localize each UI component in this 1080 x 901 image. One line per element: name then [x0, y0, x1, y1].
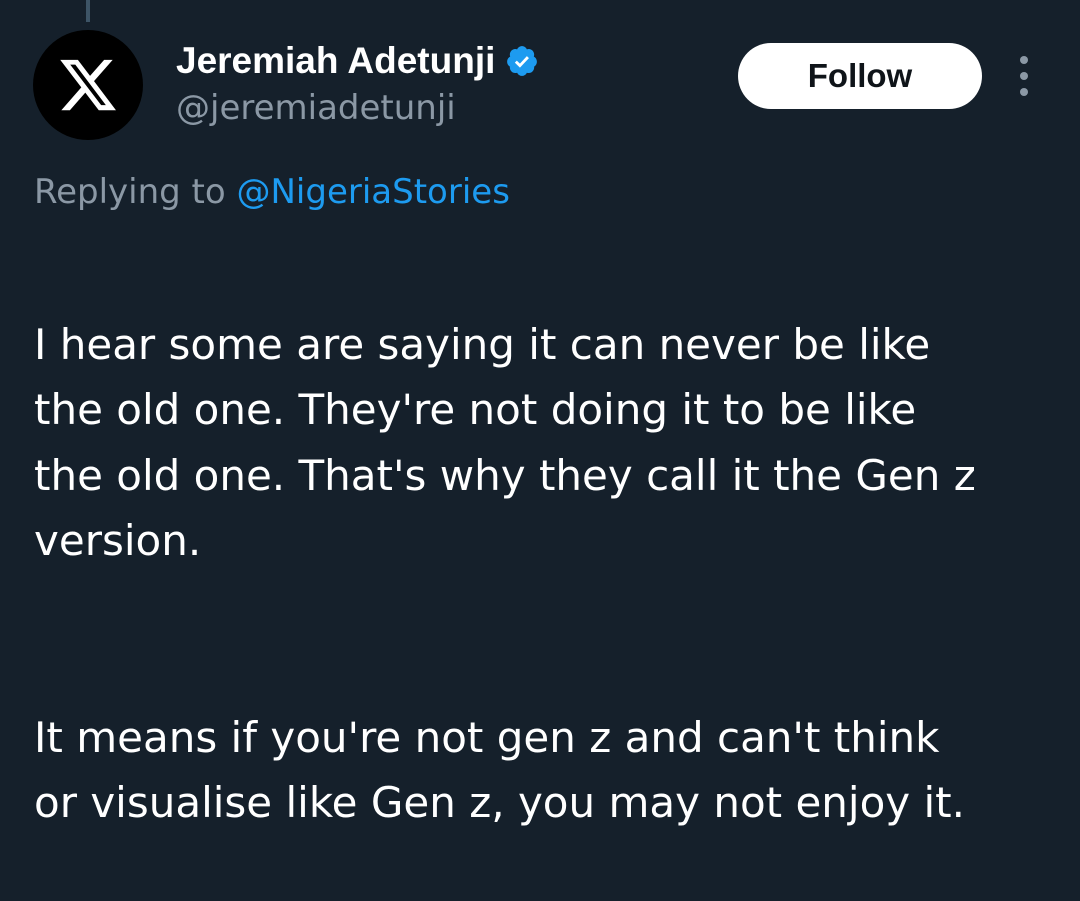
x-logo-icon: [60, 59, 116, 111]
replying-to-label: Replying to: [34, 172, 226, 212]
author-name[interactable]: Jeremiah Adetunji: [176, 40, 495, 82]
tweet-paragraph-2: It means if you're not gen z and can't t…: [34, 712, 965, 828]
more-dot: [1020, 72, 1028, 80]
follow-button[interactable]: Follow: [738, 43, 982, 109]
replying-to-line: Replying to @NigeriaStories: [34, 172, 510, 212]
tweet-paragraph-1: I hear some are saying it can never be l…: [34, 319, 976, 566]
avatar[interactable]: [33, 30, 143, 140]
author-name-row: Jeremiah Adetunji: [176, 36, 539, 86]
tweet-text: I hear some are saying it can never be l…: [34, 246, 1054, 901]
thread-connector-line: [86, 0, 90, 22]
more-dot: [1020, 56, 1028, 64]
more-dot: [1020, 88, 1028, 96]
reply-mention-link[interactable]: @NigeriaStories: [237, 172, 510, 212]
more-vertical-icon[interactable]: [1010, 56, 1038, 96]
verified-badge-icon: [507, 46, 538, 76]
author-handle[interactable]: @jeremiadetunji: [176, 88, 456, 128]
